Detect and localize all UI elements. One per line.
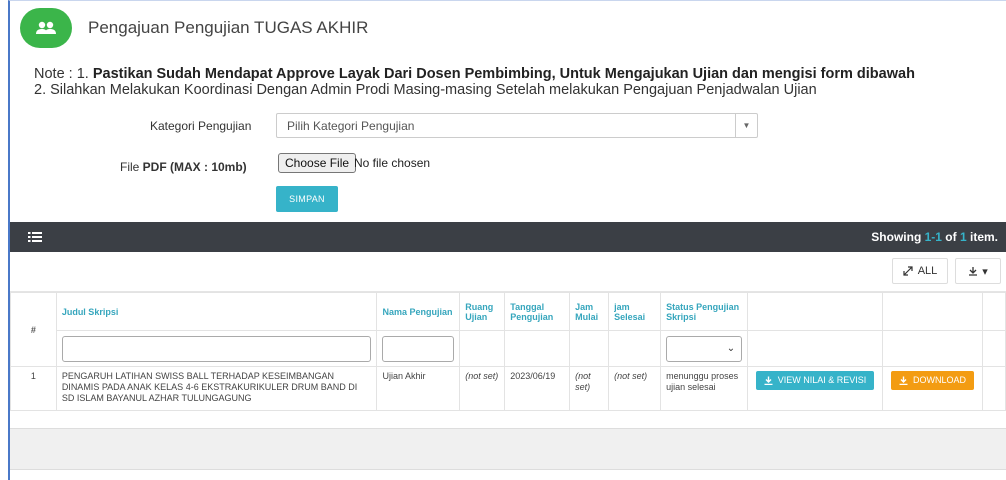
view-nilai-revisi-label: VIEW NILAI & REVISI (777, 375, 867, 385)
choose-file-button[interactable]: Choose File (278, 153, 357, 173)
users-icon (20, 8, 72, 48)
filter-cell-jam-selesai (608, 330, 662, 367)
filter-cell-tanggal (504, 330, 571, 367)
page-header: Pengajuan Pengujian TUGAS AKHIR (20, 8, 368, 48)
chevron-down-icon: ⌄ (726, 342, 736, 354)
col-header-extra (981, 292, 1006, 331)
cell-num: 1 (10, 366, 57, 411)
table-row: 1 PENGARUH LATIHAN SWISS BALL TERHADAP K… (10, 366, 1006, 411)
filter-nama-input[interactable] (382, 335, 455, 362)
download-icon (764, 376, 773, 385)
grid-footer (10, 428, 1006, 470)
col-header-ruang[interactable]: Ruang Ujian (459, 292, 506, 331)
expand-icon (903, 266, 913, 276)
filter-cell-action-2 (882, 330, 983, 367)
showing-prefix: Showing (871, 230, 925, 244)
cell-status: menunggu proses ujian selesai (660, 366, 749, 411)
file-label-bold: PDF (MAX : 10mb) (142, 160, 247, 174)
caret-down-icon: ▾ (982, 265, 988, 278)
caret-down-icon: ▼ (735, 114, 757, 137)
page-title: Pengajuan Pengujian TUGAS AKHIR (88, 18, 369, 37)
cell-nama: Ujian Akhir (376, 366, 461, 411)
filter-cell-extra (981, 330, 1006, 367)
col-header-judul[interactable]: Judul Skripsi (55, 292, 378, 331)
note-line2: 2. Silahkan Melakukan Koordinasi Dengan … (34, 82, 817, 98)
kategori-select[interactable]: Pilih Kategori Pengujian ▼ (276, 113, 758, 138)
download-label: DOWNLOAD (913, 375, 967, 385)
note-block: Note : 1. Pastikan Sudah Mendapat Approv… (34, 66, 915, 98)
show-all-button[interactable]: ALL (892, 258, 948, 284)
showing-range: 1-1 (924, 230, 942, 244)
col-header-num: # (10, 292, 57, 367)
col-header-action-2 (882, 292, 983, 331)
download-icon (899, 376, 908, 385)
cell-judul: PENGARUH LATIHAN SWISS BALL TERHADAP KES… (55, 366, 378, 411)
filter-cell-status: ⌄ (660, 330, 749, 367)
filter-judul-input[interactable] (61, 335, 372, 362)
cell-extra (981, 366, 1006, 411)
filter-cell-nama (376, 330, 461, 367)
filter-cell-ruang (459, 330, 506, 367)
cell-tanggal: 2023/06/19 (504, 366, 571, 411)
showing-total: 1 (959, 230, 967, 244)
show-all-label: ALL (917, 265, 938, 277)
list-icon (28, 232, 42, 242)
col-header-jam-selesai[interactable]: jam Selesai (608, 292, 662, 331)
simpan-button[interactable]: SIMPAN (276, 186, 338, 212)
filter-cell-action-1 (747, 330, 884, 367)
cell-download-action: DOWNLOAD (882, 366, 983, 411)
pengujian-table: # Judul Skripsi Nama Pengujian Ruang Uji… (10, 292, 1006, 411)
col-header-jam-mulai[interactable]: Jam Mulai (569, 292, 610, 331)
cell-jam-selesai: (not set) (608, 366, 662, 411)
filter-cell-judul (55, 330, 378, 367)
grid-toolbar (10, 222, 1006, 252)
col-header-tanggal[interactable]: Tanggal Pengujian (504, 292, 571, 331)
col-header-action-1 (747, 292, 884, 331)
export-button[interactable]: ▾ (955, 258, 1001, 284)
cell-view-action: VIEW NILAI & REVISI (747, 366, 884, 411)
col-header-nama[interactable]: Nama Pengujian (376, 292, 461, 331)
export-icon (969, 267, 978, 276)
showing-summary: Showing 1-1 of 1 item. (871, 230, 998, 244)
col-header-status[interactable]: Status Pengujian Skripsi (660, 292, 749, 331)
view-nilai-revisi-button[interactable]: VIEW NILAI & REVISI (755, 371, 875, 390)
kategori-label: Kategori Pengujian (150, 119, 252, 133)
cell-jam-mulai: (not set) (569, 366, 610, 411)
filter-cell-jam-mulai (569, 330, 610, 367)
grid-panel (10, 252, 1006, 292)
file-label: File PDF (MAX : 10mb) (120, 160, 247, 174)
note-line1: Pastikan Sudah Mendapat Approve Layak Da… (92, 66, 915, 82)
showing-suffix: item. (966, 230, 998, 244)
cell-ruang: (not set) (459, 366, 506, 411)
filter-status-select[interactable]: ⌄ (666, 335, 743, 362)
note-prefix: Note : 1. (34, 66, 93, 82)
download-button[interactable]: DOWNLOAD (891, 371, 975, 390)
kategori-select-value: Pilih Kategori Pengujian (287, 119, 415, 133)
showing-of: of (941, 230, 960, 244)
file-label-prefix: File (120, 160, 143, 174)
no-file-text: No file chosen (354, 156, 431, 170)
